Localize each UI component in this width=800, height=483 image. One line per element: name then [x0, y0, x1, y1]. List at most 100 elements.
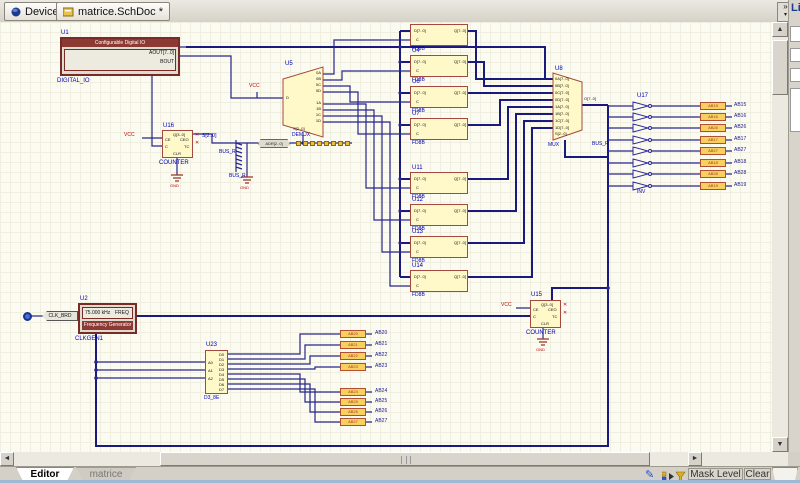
register-fd8b[interactable]: D[7..0] Q[7..0] C	[410, 270, 468, 292]
scroll-up-button[interactable]: ▲	[772, 22, 788, 37]
port-pad[interactable]: AB23	[340, 363, 366, 371]
panel-list-item[interactable]	[790, 68, 800, 82]
ripper-a-label: BUS_R	[219, 150, 236, 155]
clk-brd-tag[interactable]: CLK_BRD	[42, 311, 78, 321]
net-label: AB21	[375, 342, 387, 347]
ripper-b-label: BUS_R	[229, 174, 246, 179]
demux-out: 1C	[308, 113, 321, 117]
libraries-panel-sliver[interactable]: Li	[788, 0, 800, 452]
decoder[interactable]: A0 A1 A2 D0 D1 D2 D3 D4 D5 D6 D7	[205, 350, 228, 394]
right-arrow-icon: ►	[692, 455, 699, 462]
port-pad[interactable]: AB26	[700, 124, 726, 132]
register-fd8b[interactable]: D[7..0] Q[7..0] C	[410, 118, 468, 140]
clear-label: Clear	[746, 469, 770, 480]
u1-pin-aout: AOUT[7..0]	[124, 51, 174, 56]
v-scroll-thumb[interactable]	[772, 40, 788, 95]
reg-c: C	[416, 38, 419, 42]
counter2-ceo: CEO	[548, 308, 557, 312]
adr-tag[interactable]: ADR[2..0]	[258, 139, 290, 148]
counter1-c: C	[165, 145, 168, 149]
net-label: AB22	[375, 353, 387, 358]
demux-out: 0A	[308, 71, 321, 75]
port-pad[interactable]: AB22	[340, 352, 366, 360]
port-pad[interactable]: AB20	[340, 330, 366, 338]
reg-d: D[7..0]	[414, 60, 426, 64]
reg-d: D[7..0]	[414, 177, 426, 181]
port-pad[interactable]: AB17	[700, 136, 726, 144]
mask-level-button[interactable]: Mask Level	[688, 468, 743, 480]
panel-list-item[interactable]	[790, 26, 800, 42]
port-pad[interactable]: AB15	[700, 102, 726, 110]
mux-in: 0B[7..0]	[555, 84, 569, 88]
reg-ref: U4	[412, 48, 420, 54]
h-scrollbar[interactable]: ◄ ►	[0, 452, 788, 466]
dec-out: D7	[219, 388, 224, 392]
mux-label: MUX	[548, 143, 559, 148]
register-fd8b[interactable]: D[7..0] Q[7..0] C	[410, 236, 468, 258]
scroll-right-button[interactable]: ►	[688, 452, 702, 466]
net-square	[317, 141, 322, 146]
reg-d: D[7..0]	[414, 275, 426, 279]
tab-matrice[interactable]: matrice	[76, 467, 136, 481]
filter-controls[interactable]	[662, 469, 686, 480]
counter2[interactable]: Q[3..0] CE C CEO TC CLR	[530, 300, 561, 328]
register-fd8b[interactable]: D[7..0] Q[7..0] C	[410, 204, 468, 226]
tab-spare	[772, 467, 798, 481]
digital-io-block[interactable]: Configurable Digital IO AOUT[7..0] BOUT	[60, 37, 180, 76]
port-pad[interactable]: AB18	[700, 159, 726, 167]
reg-d: D[7..0]	[414, 91, 426, 95]
h-scroll-thumb[interactable]	[160, 452, 650, 466]
counter1-ceo: CEO	[180, 138, 189, 142]
output-buffers[interactable]	[633, 102, 652, 190]
panel-list-item[interactable]	[790, 48, 800, 62]
thumb-grip	[401, 456, 411, 464]
register-fd8b[interactable]: D[7..0] Q[7..0] C	[410, 172, 468, 194]
net-label: AB27	[375, 419, 387, 424]
counter2-ce: CE	[533, 308, 539, 312]
tab-editor[interactable]: Editor	[16, 467, 74, 481]
port-pad[interactable]: AB21	[340, 341, 366, 349]
dec-in: A0	[208, 361, 213, 365]
reg-ref: U11	[412, 165, 423, 171]
freqgen-block[interactable]: 75.000 kHz FREQ Frequency Generator	[78, 303, 137, 334]
schematic-canvas[interactable]: U1 Configurable Digital IO AOUT[7..0] BO…	[0, 22, 772, 452]
mask-level-label: Mask Level	[690, 469, 741, 480]
mux-in: 0A[7..0]	[555, 77, 569, 81]
counter1-label: COUNTER	[159, 160, 189, 166]
register-fd8b[interactable]: D[7..0] Q[7..0] C	[410, 55, 468, 77]
port-pad[interactable]: AB26	[340, 408, 366, 416]
reg-ref: U12	[412, 197, 423, 203]
port-pad[interactable]: AB25	[340, 398, 366, 406]
v-scrollbar[interactable]: ▲ ▼	[772, 22, 788, 452]
panel-list-item[interactable]	[790, 88, 800, 132]
net-square	[324, 141, 329, 146]
mux-ripper-label: BUS_R	[592, 142, 609, 147]
port-pad[interactable]: AB27	[340, 418, 366, 426]
port-pad[interactable]: AB28	[700, 170, 726, 178]
reg-ref: U7	[412, 111, 420, 117]
reg-d: D[7..0]	[414, 209, 426, 213]
net-label: AB25	[375, 399, 387, 404]
tab-document-label: matrice.SchDoc *	[78, 6, 163, 18]
net-label: AB27	[734, 148, 746, 153]
scroll-left-button[interactable]: ◄	[0, 452, 14, 466]
register-fd8b[interactable]: D[7..0] Q[7..0] C	[410, 86, 468, 108]
counter1[interactable]: Q[3..0] CE C CEO TC CLR	[162, 130, 193, 158]
register-fd8b[interactable]: D[7..0] Q[7..0] C	[410, 24, 468, 46]
mux-out-label: O[7..0]	[584, 97, 596, 101]
port-pad[interactable]: AB19	[700, 182, 726, 190]
demux-out: 0C	[308, 83, 321, 87]
clear-button[interactable]: Clear	[744, 468, 771, 480]
scroll-down-button[interactable]: ▼	[772, 437, 788, 452]
mux-ref: U8	[555, 66, 563, 72]
port-pad[interactable]: AB24	[340, 388, 366, 396]
reg-type: FD8B	[412, 293, 425, 298]
port-pad[interactable]: AB27	[700, 147, 726, 155]
reg-q: Q[7..0]	[441, 209, 466, 213]
tab-document[interactable]: matrice.SchDoc *	[56, 2, 170, 21]
counter1-tc: TC	[184, 145, 189, 149]
reg-ref: U13	[412, 229, 423, 235]
port-pad[interactable]: AB16	[700, 113, 726, 121]
freqgen-value: 75.000 kHz	[85, 311, 110, 316]
reg-q: Q[7..0]	[441, 241, 466, 245]
